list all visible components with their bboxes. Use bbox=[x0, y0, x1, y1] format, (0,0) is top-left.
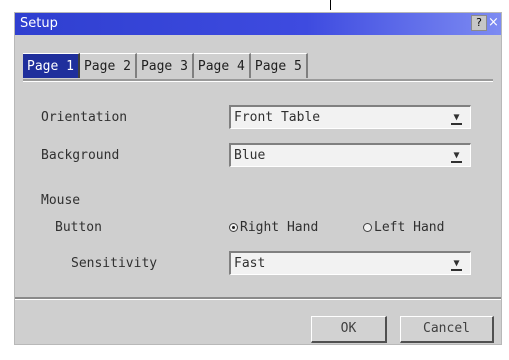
sensitivity-select[interactable]: Fast ▼ bbox=[229, 251, 471, 275]
orientation-label: Orientation bbox=[41, 110, 128, 125]
cursor-line bbox=[330, 0, 331, 10]
dropdown-arrow-icon[interactable]: ▼ bbox=[451, 257, 462, 271]
title-bar[interactable]: Setup ? × bbox=[15, 13, 501, 35]
orientation-select[interactable]: Front Table ▼ bbox=[229, 105, 471, 129]
sensitivity-label: Sensitivity bbox=[71, 256, 158, 271]
mouse-label: Mouse bbox=[41, 193, 81, 208]
tab-page-4[interactable]: Page 4 bbox=[193, 53, 251, 78]
right-hand-radio[interactable]: Right Hand bbox=[229, 220, 318, 235]
cancel-button[interactable]: Cancel bbox=[400, 316, 494, 343]
mouse-button-label: Button bbox=[55, 220, 102, 235]
left-hand-radio[interactable]: Left Hand bbox=[363, 220, 444, 235]
tab-divider bbox=[23, 79, 493, 82]
background-value: Blue bbox=[234, 148, 266, 163]
sensitivity-value: Fast bbox=[234, 256, 266, 271]
tab-strip: Page 1 Page 2 Page 3 Page 4 Page 5 bbox=[23, 53, 308, 80]
window-title: Setup bbox=[20, 16, 58, 31]
help-icon[interactable]: ? bbox=[471, 15, 487, 31]
ok-button[interactable]: OK bbox=[311, 316, 387, 343]
background-label: Background bbox=[41, 148, 120, 163]
dropdown-arrow-icon[interactable]: ▼ bbox=[451, 111, 462, 125]
footer-divider bbox=[15, 297, 501, 300]
right-hand-label: Right Hand bbox=[240, 220, 319, 235]
radio-selected-icon bbox=[229, 223, 238, 232]
tab-page-3[interactable]: Page 3 bbox=[136, 53, 194, 78]
dropdown-arrow-icon[interactable]: ▼ bbox=[451, 149, 462, 163]
close-icon[interactable]: × bbox=[487, 15, 500, 31]
setup-dialog: Setup ? × Page 1 Page 2 Page 3 Page 4 Pa… bbox=[14, 12, 502, 345]
orientation-value: Front Table bbox=[234, 110, 321, 125]
radio-unselected-icon bbox=[363, 223, 372, 232]
tab-page-5[interactable]: Page 5 bbox=[250, 53, 308, 78]
background-select[interactable]: Blue ▼ bbox=[229, 143, 471, 167]
tab-page-2[interactable]: Page 2 bbox=[79, 53, 137, 78]
left-hand-label: Left Hand bbox=[374, 220, 445, 235]
tab-page-1[interactable]: Page 1 bbox=[23, 53, 80, 78]
